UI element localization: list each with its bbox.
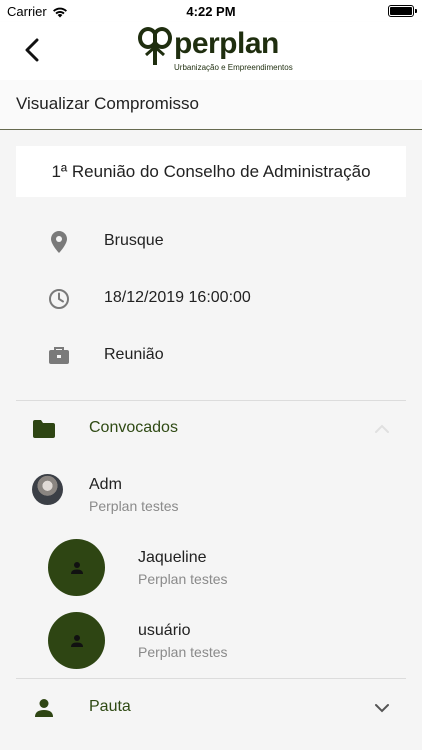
convocado-name: Adm	[89, 476, 122, 493]
brand-tagline: Urbanização e Empreendimentos	[174, 63, 293, 72]
location-pin-icon	[48, 231, 70, 253]
brand-name: perplan	[174, 27, 279, 60]
brand-logo: perplan Urbanização e Empreendimentos	[134, 24, 293, 78]
convocado-name: usuário	[138, 622, 191, 639]
person-icon	[70, 561, 83, 574]
chevron-down-icon	[372, 698, 392, 718]
avatar	[48, 612, 105, 669]
folder-icon	[33, 418, 55, 440]
page-header: Visualizar Compromisso	[0, 80, 422, 130]
convocados-label: Convocados	[89, 419, 178, 436]
event-type: Reunião	[104, 346, 164, 363]
convocado-item[interactable]: usuário Perplan testes	[0, 612, 422, 672]
person-icon	[70, 634, 83, 647]
convocado-org: Perplan testes	[138, 644, 228, 660]
status-bar: Carrier 4:22 PM	[0, 0, 422, 22]
avatar	[32, 474, 63, 505]
event-location: Brusque	[104, 232, 164, 249]
pauta-section-toggle[interactable]: Pauta	[0, 686, 422, 730]
chevron-up-icon	[372, 419, 392, 439]
event-type-row: Reunião	[0, 335, 422, 375]
event-datetime-row: 18/12/2019 16:00:00	[0, 278, 422, 318]
convocado-item[interactable]: Adm Perplan testes	[0, 474, 422, 534]
back-chevron-icon	[25, 38, 39, 62]
divider	[16, 678, 406, 679]
clock-time: 4:22 PM	[186, 4, 236, 19]
battery-icon	[388, 5, 417, 17]
person-icon	[33, 697, 55, 719]
convocados-section-toggle[interactable]: Convocados	[0, 407, 422, 451]
clock-icon	[48, 288, 70, 310]
event-location-row: Brusque	[0, 221, 422, 261]
event-title-card: 1ª Reunião do Conselho de Administração	[16, 146, 406, 197]
nav-bar: perplan Urbanização e Empreendimentos	[0, 22, 422, 80]
logo-tree-icon	[138, 27, 172, 65]
divider	[16, 400, 406, 401]
convocado-item[interactable]: Jaqueline Perplan testes	[0, 539, 422, 599]
event-title: 1ª Reunião do Conselho de Administração	[51, 161, 371, 181]
page-title: Visualizar Compromisso	[16, 94, 199, 113]
avatar	[48, 539, 105, 596]
convocado-org: Perplan testes	[89, 498, 179, 514]
convocado-org: Perplan testes	[138, 571, 228, 587]
convocado-name: Jaqueline	[138, 549, 207, 566]
event-datetime: 18/12/2019 16:00:00	[104, 289, 251, 306]
briefcase-icon	[48, 345, 70, 367]
back-button[interactable]	[18, 36, 46, 64]
pauta-label: Pauta	[89, 698, 131, 715]
